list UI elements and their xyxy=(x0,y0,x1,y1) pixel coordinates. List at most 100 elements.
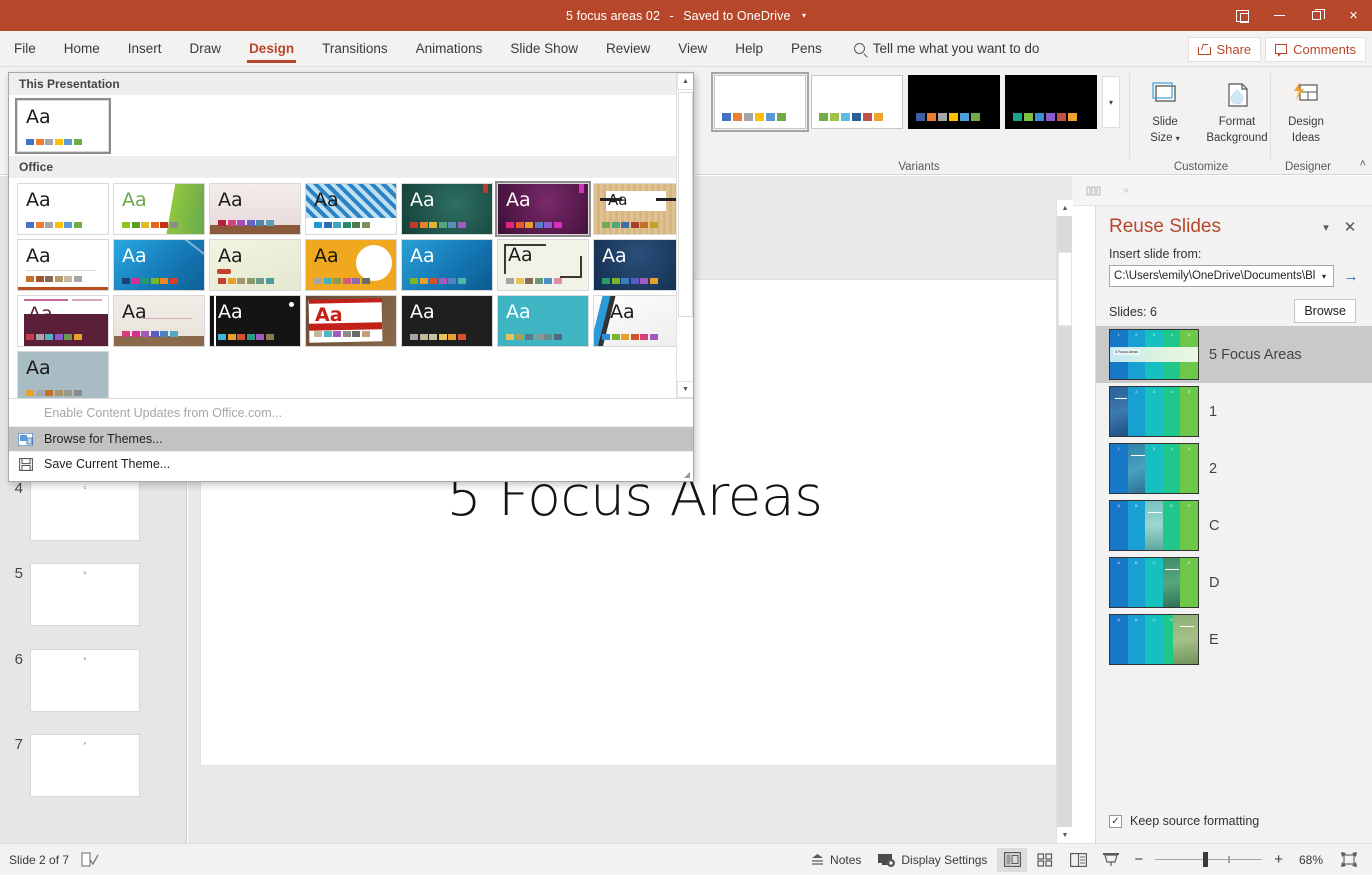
reuse-slide-item[interactable]: 1 2 3 4 5 1 xyxy=(1096,383,1372,440)
task-pane-close-icon[interactable]: ✕ xyxy=(1338,216,1362,238)
accessibility-checker-icon[interactable] xyxy=(81,852,99,867)
reuse-slide-item[interactable]: A B C D E D xyxy=(1096,554,1372,611)
tab-home[interactable]: Home xyxy=(50,31,114,67)
close-button[interactable]: × xyxy=(1335,0,1372,31)
theme-thumbnail[interactable]: Aa xyxy=(17,295,109,347)
theme-thumbnail[interactable]: Aa xyxy=(495,181,591,237)
zoom-slider[interactable] xyxy=(1155,851,1263,867)
comments-button[interactable]: Comments xyxy=(1265,36,1366,62)
scroll-down-arrow-icon[interactable]: ▼ xyxy=(677,381,693,398)
tab-animations[interactable]: Animations xyxy=(402,31,497,67)
share-button[interactable]: Share xyxy=(1188,36,1262,62)
theme-thumbnail[interactable]: Aa xyxy=(305,183,397,235)
scrollbar-thumb[interactable] xyxy=(678,92,693,317)
theme-gallery-scrollbar[interactable]: ▲ ▼ xyxy=(676,73,693,398)
variant-thumbnail[interactable] xyxy=(908,75,1000,129)
zoom-out-button[interactable]: − xyxy=(1129,851,1148,868)
theme-thumbnail[interactable]: Aa xyxy=(497,295,589,347)
tab-review[interactable]: Review xyxy=(592,31,664,67)
zoom-slider-thumb[interactable] xyxy=(1203,851,1209,867)
slide-sorter-view-button[interactable] xyxy=(1030,848,1060,872)
scroll-up-arrow-icon[interactable]: ▲ xyxy=(1057,200,1073,216)
theme-thumbnail[interactable]: Aa xyxy=(401,239,493,291)
reuse-slide-item[interactable]: A B C D E E xyxy=(1096,611,1372,668)
slide-thumbnail[interactable]: F xyxy=(30,734,140,797)
tab-slide-show[interactable]: Slide Show xyxy=(496,31,592,67)
save-state-caret-icon[interactable]: ▾ xyxy=(802,11,806,20)
theme-thumbnail[interactable]: Aa xyxy=(113,239,205,291)
arrange-overflow-icon[interactable]: » xyxy=(1114,180,1138,202)
zoom-level-label[interactable]: 68% xyxy=(1291,853,1331,867)
variant-thumbnail[interactable] xyxy=(711,72,809,132)
reuse-slide-item[interactable]: A B C D E C xyxy=(1096,497,1372,554)
file-path-combobox[interactable]: C:\Users\emily\OneDrive\Documents\Blog\5… xyxy=(1109,265,1334,287)
browse-button[interactable]: Browse xyxy=(1294,299,1356,323)
slide-thumbnail-item[interactable]: 6 E xyxy=(0,649,186,712)
stage-vertical-scrollbar[interactable]: ▲ ▼ xyxy=(1056,200,1073,843)
tab-design[interactable]: Design xyxy=(235,31,308,67)
theme-thumbnail[interactable]: Aa xyxy=(593,239,685,291)
tab-pens[interactable]: Pens xyxy=(777,31,836,67)
slide-thumbnail-item[interactable]: 5 D xyxy=(0,563,186,626)
save-current-theme-item[interactable]: Save Current Theme... xyxy=(9,451,693,476)
tab-insert[interactable]: Insert xyxy=(114,31,176,67)
enable-content-updates-item[interactable]: Enable Content Updates from Office.com..… xyxy=(9,399,693,426)
slide-show-view-button[interactable] xyxy=(1096,848,1126,872)
format-background-button[interactable]: Format Background xyxy=(1203,71,1271,145)
scroll-down-arrow-icon[interactable]: ▼ xyxy=(1057,827,1073,843)
collapse-ribbon-button[interactable]: ˄ xyxy=(1360,158,1366,170)
reading-view-button[interactable] xyxy=(1063,848,1093,872)
slide-thumbnail[interactable]: E xyxy=(30,649,140,712)
normal-view-button[interactable] xyxy=(997,847,1028,872)
tab-file[interactable]: File xyxy=(0,31,50,67)
theme-thumbnail[interactable]: Aa xyxy=(209,183,301,235)
restore-button[interactable] xyxy=(1298,0,1335,31)
scroll-up-arrow-icon[interactable]: ▲ xyxy=(677,73,693,90)
reuse-slide-item[interactable]: 1 2 3 4 5 5 Focus Areas 5 Focus Areas xyxy=(1096,326,1372,383)
theme-thumbnail[interactable]: Aa xyxy=(593,183,685,235)
theme-thumbnail[interactable]: Aa xyxy=(401,183,493,235)
theme-thumbnail[interactable]: Aa xyxy=(113,183,205,235)
theme-thumbnail[interactable]: Aa xyxy=(113,295,205,347)
theme-thumbnail-current[interactable]: Aa xyxy=(15,98,111,154)
theme-thumbnail[interactable]: Aa xyxy=(593,295,685,347)
theme-thumbnail[interactable]: Aa xyxy=(209,295,301,347)
slide-thumbnail-item[interactable]: 7 F xyxy=(0,734,186,797)
fit-slide-to-window-button[interactable] xyxy=(1334,848,1364,872)
variants-more-button[interactable]: ▾ xyxy=(1102,76,1120,128)
distribute-horizontally-icon[interactable] xyxy=(1082,180,1106,202)
theme-thumbnail[interactable]: Aa xyxy=(401,295,493,347)
minimize-button[interactable] xyxy=(1261,0,1298,31)
go-arrow-button[interactable]: → xyxy=(1340,265,1362,287)
theme-thumbnail[interactable]: Aa xyxy=(305,239,397,291)
notes-button[interactable]: Notes xyxy=(803,850,868,870)
theme-thumbnail[interactable]: Aa xyxy=(209,239,301,291)
slide-thumbnail-item[interactable]: 4 C xyxy=(0,478,186,541)
tab-draw[interactable]: Draw xyxy=(176,31,236,67)
keep-source-formatting-checkbox[interactable]: ✓ xyxy=(1109,814,1122,828)
zoom-in-button[interactable]: + xyxy=(1269,851,1288,868)
design-ideas-button[interactable]: Design Ideas xyxy=(1272,71,1340,145)
chevron-down-icon[interactable]: ▾ xyxy=(1315,266,1333,286)
tab-help[interactable]: Help xyxy=(721,31,777,67)
variant-thumbnail[interactable] xyxy=(1005,75,1097,129)
slide-thumbnail[interactable]: C xyxy=(30,478,140,541)
keep-source-formatting-row[interactable]: ✓ Keep source formatting xyxy=(1096,814,1372,828)
resize-grip-icon[interactable]: ◢ xyxy=(684,470,690,479)
ribbon-display-options-button[interactable] xyxy=(1224,0,1261,31)
zoom-slider-track[interactable] xyxy=(1155,851,1263,867)
tab-transitions[interactable]: Transitions xyxy=(308,31,402,67)
scrollbar-thumb[interactable] xyxy=(1058,252,1072,326)
task-pane-options-caret-icon[interactable]: ▾ xyxy=(1314,216,1338,238)
theme-thumbnail[interactable]: Aa xyxy=(17,239,109,291)
theme-thumbnail[interactable]: Aa xyxy=(17,351,109,398)
slide-indicator[interactable]: Slide 2 of 7 xyxy=(9,853,69,867)
theme-thumbnail[interactable]: Aa xyxy=(305,295,397,347)
theme-thumbnail[interactable]: Aa xyxy=(497,239,589,291)
reuse-slide-item[interactable]: 1 2 3 4 5 2 xyxy=(1096,440,1372,497)
tab-view[interactable]: View xyxy=(664,31,721,67)
display-settings-button[interactable]: Display Settings xyxy=(871,850,994,870)
slide-thumbnail[interactable]: D xyxy=(30,563,140,626)
theme-thumbnail[interactable]: Aa xyxy=(17,183,109,235)
browse-for-themes-item[interactable]: Browse for Themes... xyxy=(9,426,693,451)
